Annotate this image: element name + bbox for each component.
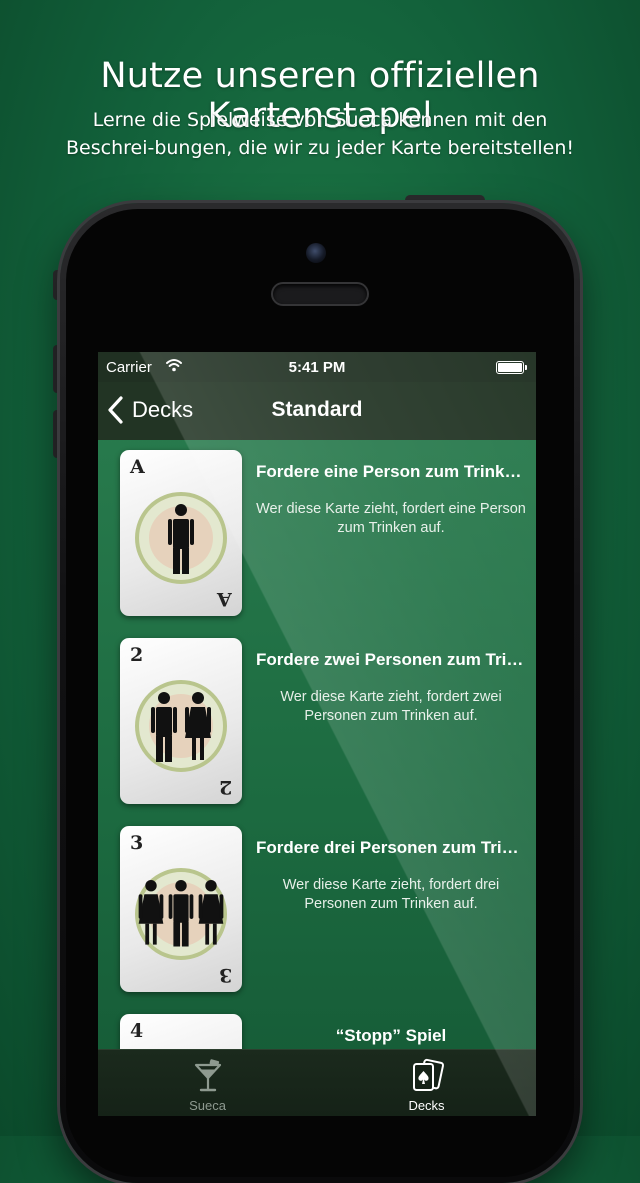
card-description: Wer diese Karte zieht, fordert zwei Pers… — [280, 689, 502, 724]
card-rank: 4 — [130, 1020, 144, 1042]
subline: Lerne die Spielweise von Sueca kennen mi… — [66, 109, 574, 159]
front-camera-icon — [306, 243, 326, 263]
card-title: “Stopp” Spiel — [335, 1026, 447, 1045]
card-image: A A — [120, 450, 242, 616]
navigation-bar: Decks Standard — [98, 382, 536, 440]
earpiece-speaker — [273, 284, 367, 304]
tab-label: Sueca — [189, 1098, 226, 1113]
tab-bar: Sueca Decks — [98, 1049, 536, 1116]
card-row[interactable]: 3 3 Fordere drei Personen zum Trinken au… — [98, 816, 536, 1004]
card-description: Wer diese Karte zieht, fordert drei Pers… — [282, 877, 500, 912]
card-title: Fordere zwei Personen zum Trinken auf — [256, 650, 526, 669]
card-art — [135, 680, 227, 772]
tab-label: Decks — [408, 1098, 445, 1113]
tab-decks[interactable]: Decks — [317, 1050, 536, 1116]
card-row[interactable]: 2 2 Fordere zwei Personen zum Trinken au… — [98, 628, 536, 816]
card-rank: A — [130, 456, 145, 478]
card-art — [135, 492, 227, 584]
card-row[interactable]: A A Fordere eine Person zum Trinken auf … — [98, 440, 536, 628]
card-rank: 3 — [130, 832, 144, 854]
card-list[interactable]: A A Fordere eine Person zum Trinken auf … — [98, 440, 536, 1050]
card-rank: 2 — [130, 644, 144, 666]
playing-cards-icon — [413, 1058, 445, 1091]
card-rank-bottom: 2 — [218, 776, 232, 798]
card-description: Wer diese Karte zieht, fordert eine Pers… — [256, 501, 526, 536]
tab-sueca[interactable]: Sueca — [98, 1050, 317, 1116]
card-image: 4 — [120, 1014, 242, 1050]
page-title: Standard — [271, 398, 363, 421]
card-image: 3 3 — [120, 826, 242, 992]
status-time: 5:41 PM — [288, 359, 346, 376]
card-rank-bottom: A — [217, 588, 232, 610]
phone-screen: Carrier 5:41 PM Decks Standard A A Forde… — [98, 352, 536, 1116]
card-row[interactable]: 4 “Stopp” Spiel — [98, 1004, 536, 1050]
card-title: Fordere drei Personen zum Trinken auf — [256, 838, 526, 857]
status-bar: Carrier 5:41 PM — [98, 352, 536, 382]
battery-icon — [496, 361, 527, 374]
card-title: Fordere eine Person zum Trinken auf — [256, 462, 526, 481]
card-art — [135, 868, 227, 960]
card-rank-bottom: 3 — [218, 964, 232, 986]
cocktail-glass-icon — [194, 1059, 222, 1092]
card-image: 2 2 — [120, 638, 242, 804]
